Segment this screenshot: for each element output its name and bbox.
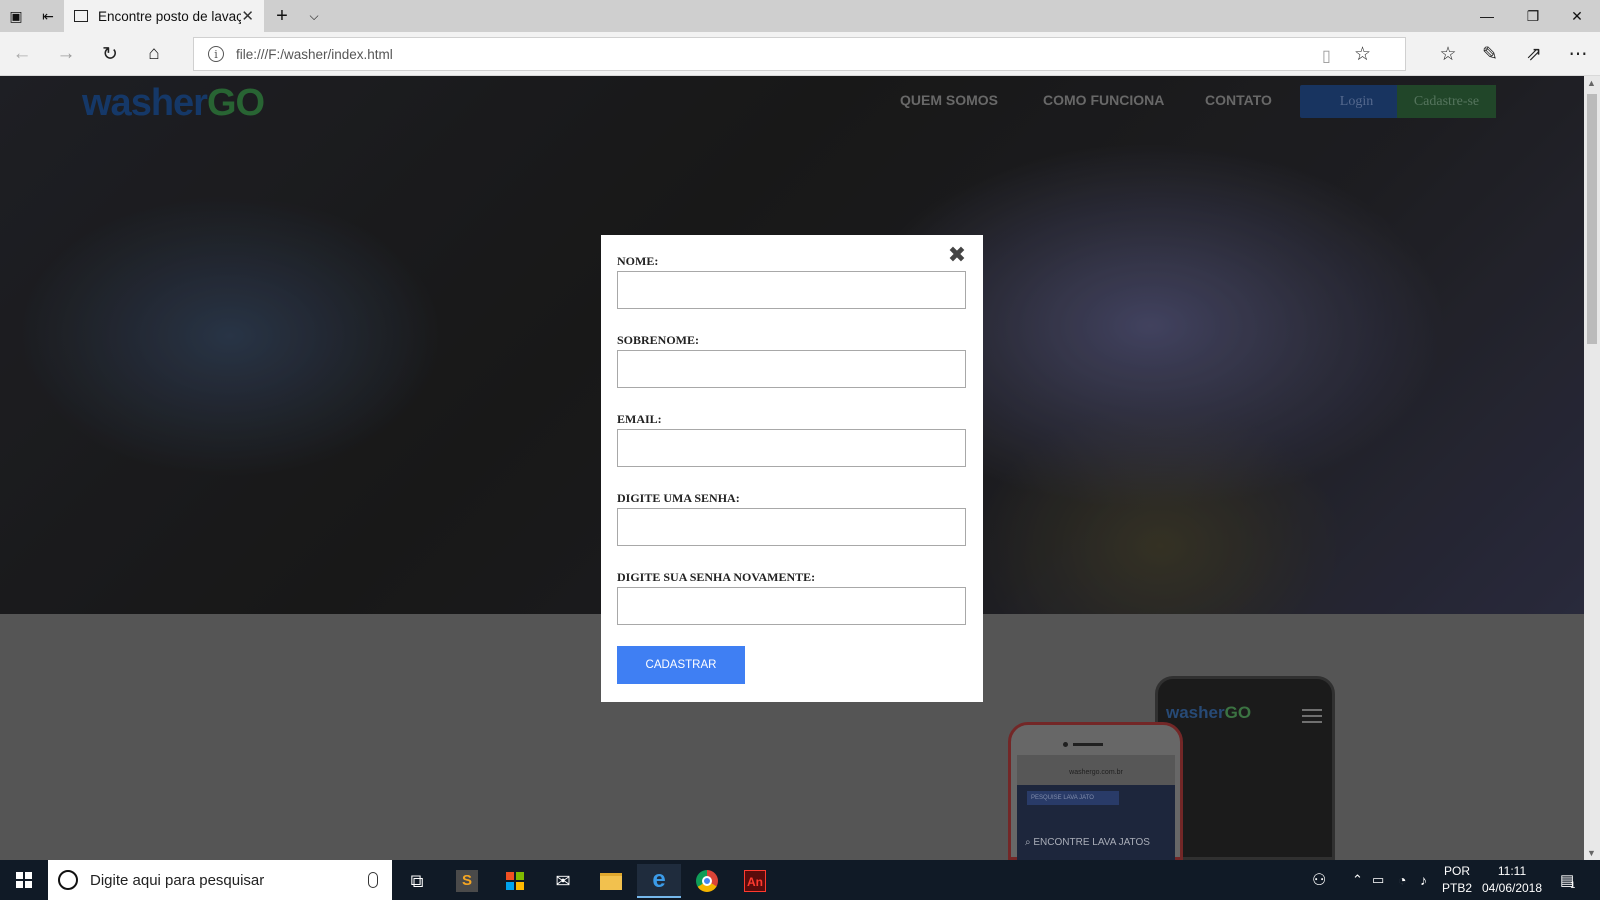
label-email: EMAIL: [617,412,662,426]
people-icon[interactable]: ⚇ [1312,860,1326,900]
taskbar-search-placeholder: Digite aqui para pesquisar [90,871,265,889]
refresh-icon[interactable]: ↻ [98,42,122,66]
label-sobrenome: SOBRENOME: [617,333,700,347]
senha-confirm-input[interactable] [617,587,966,625]
volume-icon[interactable]: ♪ [1420,860,1427,900]
windows-icon [16,872,32,888]
email-input[interactable] [617,429,966,467]
tab-restore-icon[interactable]: ⇤ [36,4,60,28]
label-nome: NOME: [617,254,659,268]
input-language[interactable]: POR PTB2 [1440,863,1474,897]
tab-set-aside-icon[interactable]: ▣ [4,4,28,28]
taskbar: Digite aqui para pesquisar ⧉ S ✉ e An ⚇ … [0,860,1600,900]
wifi-icon[interactable]: ◔ [1398,860,1406,900]
senha-input[interactable] [617,508,966,546]
scroll-thumb[interactable] [1587,94,1597,344]
restore-window-icon[interactable]: ❐ [1510,0,1556,32]
browser-nav-bar: ← → ↻ ⌂ i file:///F:/washer/index.html ▯… [0,32,1600,76]
tab-title: Encontre posto de lavaç [98,8,242,24]
pen-icon[interactable]: ✎ [1478,42,1502,66]
start-button[interactable] [0,860,48,900]
label-senha: DIGITE UMA SENHA: [617,491,740,505]
address-url[interactable]: file:///F:/washer/index.html [236,47,393,62]
scroll-up-icon[interactable]: ▲ [1587,78,1596,88]
home-icon[interactable]: ⌂ [142,42,166,66]
share-icon[interactable]: ⇗ [1522,42,1546,66]
edge-icon[interactable]: e [637,864,681,898]
sublime-text-icon[interactable]: S [445,864,489,898]
chrome-icon[interactable] [685,864,729,898]
battery-icon[interactable]: ▭ [1372,860,1384,900]
browser-tab-bar: ▣ ⇤ Encontre posto de lavaç ✕ + ⌵ — ❐ ✕ [0,0,1600,32]
notification-center-icon[interactable]: ▤ 1 [1560,860,1575,900]
scroll-down-icon[interactable]: ▼ [1587,848,1596,858]
system-clock[interactable]: 11:11 04/06/2018 [1476,863,1548,897]
mail-icon[interactable]: ✉ [541,864,585,898]
tab-list-icon[interactable]: ⌵ [302,4,326,28]
page-scrollbar[interactable]: ▲ ▼ [1584,76,1600,860]
close-window-icon[interactable]: ✕ [1554,0,1600,32]
favorite-star-icon[interactable]: ☆ [1354,43,1371,66]
info-icon[interactable]: i [208,46,224,62]
browser-tab[interactable]: Encontre posto de lavaç ✕ [64,0,264,32]
nome-input[interactable] [617,271,966,309]
label-senha-confirm: DIGITE SUA SENHA NOVAMENTE: [617,570,816,584]
page-icon [74,10,88,22]
taskbar-search[interactable]: Digite aqui para pesquisar [48,860,392,900]
cortana-icon [58,870,78,890]
sobrenome-input[interactable] [617,350,966,388]
microphone-icon[interactable] [368,872,378,888]
show-hidden-icons[interactable]: ⌃ [1352,860,1363,900]
address-bar[interactable]: i file:///F:/washer/index.html ▯ ☆ [193,37,1406,71]
forward-icon[interactable]: → [54,42,78,66]
more-icon[interactable]: ⋯ [1566,42,1590,66]
cadastrar-button[interactable]: CADASTRAR [617,646,745,684]
animate-icon[interactable]: An [733,864,777,898]
tab-close-icon[interactable]: ✕ [241,7,254,25]
new-tab-icon[interactable]: + [270,4,294,28]
file-explorer-icon[interactable] [589,864,633,898]
minimize-icon[interactable]: — [1464,0,1510,32]
reading-view-icon[interactable]: ▯ [1322,46,1331,66]
favorites-hub-icon[interactable]: ☆ [1436,42,1460,66]
store-icon[interactable] [493,864,537,898]
close-x-icon[interactable]: ✖ [946,244,968,266]
back-icon[interactable]: ← [10,42,34,66]
task-view-icon[interactable]: ⧉ [395,864,439,898]
